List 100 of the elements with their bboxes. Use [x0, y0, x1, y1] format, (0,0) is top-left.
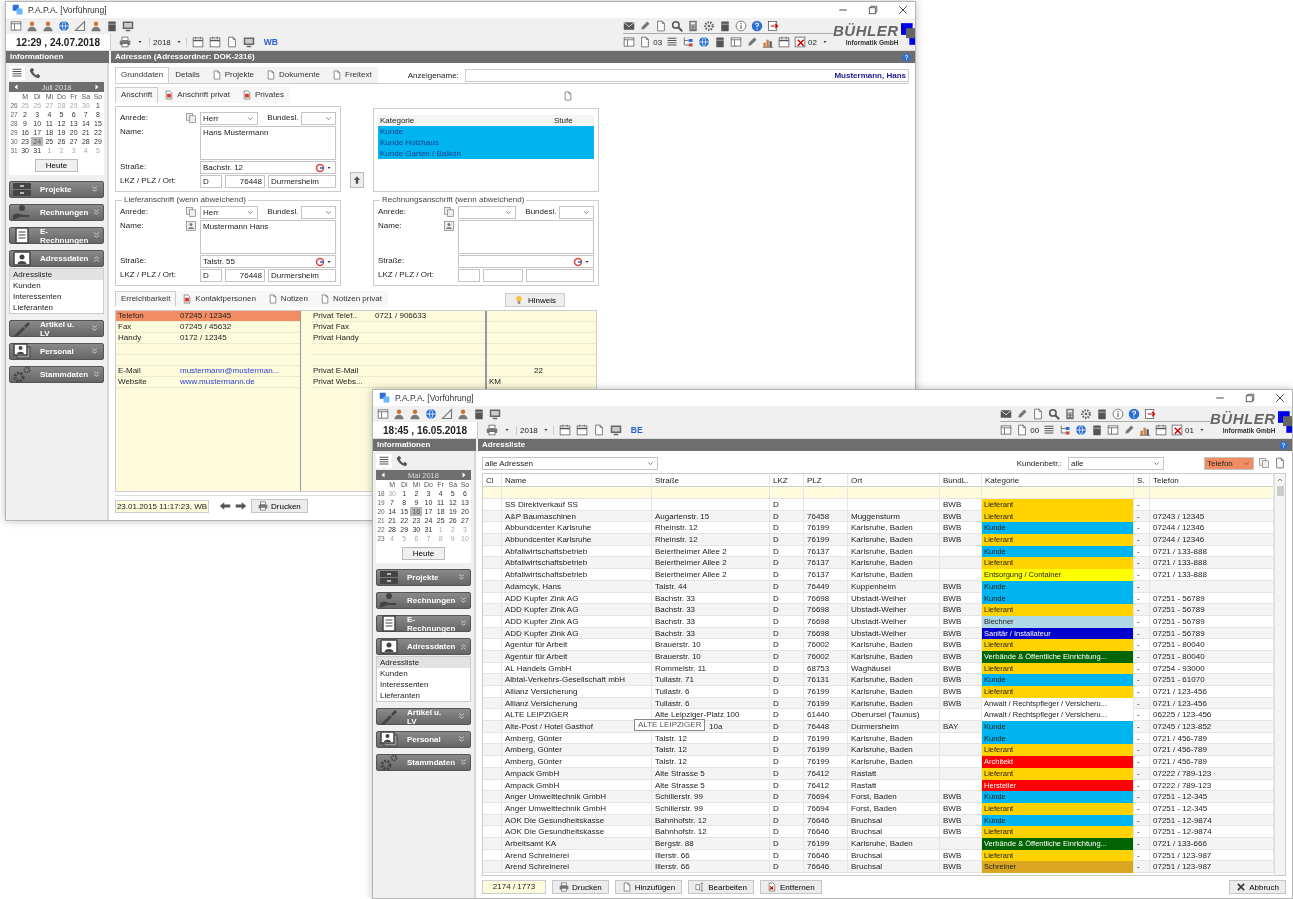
tab[interactable]: Anschrift [115, 87, 159, 103]
bin-icon[interactable] [106, 20, 118, 32]
exit-icon[interactable] [1144, 407, 1157, 420]
print-button[interactable]: Drucken [251, 499, 308, 513]
document-icon[interactable] [563, 91, 573, 101]
list-icon[interactable] [666, 36, 679, 48]
nav-group-button[interactable]: Rechnungen [376, 592, 471, 609]
calculator-icon[interactable] [1064, 407, 1077, 420]
monitor-icon[interactable] [609, 424, 622, 436]
category-row[interactable]: Kunde Garten / Balkon [378, 148, 594, 159]
calendar-icon[interactable] [575, 424, 588, 436]
nav-item[interactable]: Interessenten [10, 291, 103, 302]
today-button[interactable]: Heute [401, 547, 446, 560]
globe-icon[interactable] [58, 20, 70, 32]
nav-group-button[interactable]: Projekte [376, 569, 471, 586]
nav-group-button[interactable]: Artikel u. LV [376, 708, 471, 725]
tab[interactable]: Privates [236, 87, 290, 103]
person-icon[interactable] [42, 20, 54, 32]
document-icon[interactable] [1016, 424, 1029, 436]
help-icon[interactable] [902, 52, 911, 62]
g-icon[interactable] [315, 162, 325, 173]
pencil-icon[interactable] [1123, 424, 1136, 436]
name-field[interactable] [458, 220, 594, 254]
delete-button[interactable]: Entfernen [760, 880, 822, 894]
tree-icon[interactable] [1059, 424, 1072, 436]
calendar-icon[interactable] [208, 36, 221, 48]
help-icon[interactable] [1128, 407, 1141, 420]
tab[interactable]: Notizen [261, 291, 314, 307]
city-field[interactable] [526, 269, 594, 282]
nav-item[interactable]: Lieferanten [377, 690, 470, 701]
nav-group-button[interactable]: Projekte [9, 181, 104, 198]
cancel-button[interactable]: Abbruch [1229, 880, 1286, 894]
window-icon[interactable] [1000, 424, 1013, 436]
nav-item[interactable]: Kunden [377, 668, 470, 679]
tab[interactable]: Dokumente [260, 67, 326, 83]
printer-icon[interactable] [486, 424, 498, 436]
customer-select[interactable]: alle [1068, 456, 1164, 470]
document-icon[interactable] [639, 36, 652, 48]
nav-group-button[interactable]: Rechnungen [9, 204, 104, 221]
document-icon[interactable] [592, 424, 605, 436]
category-row[interactable]: Kunde [378, 126, 594, 137]
calendar-icon[interactable] [191, 36, 204, 48]
scroll-thumb[interactable] [1276, 486, 1284, 496]
zip-field[interactable]: 76448 [225, 269, 265, 282]
mail-icon[interactable] [623, 19, 636, 32]
salutation-select[interactable]: Herr [200, 206, 259, 219]
phone-icon[interactable] [27, 66, 43, 80]
nav-group-button[interactable]: Artikel u. LV [9, 320, 104, 337]
link[interactable]: mustermann@musterman... [178, 366, 300, 376]
globe-icon[interactable] [1075, 424, 1088, 436]
zip-field[interactable] [483, 269, 523, 282]
previous-month-icon[interactable] [12, 83, 20, 91]
zip-field[interactable]: 76448 [225, 175, 265, 188]
printer-icon[interactable] [119, 36, 131, 48]
document-icon[interactable] [225, 36, 238, 48]
document-icon[interactable] [1274, 457, 1286, 469]
nav-group-button[interactable]: Stammdaten [9, 366, 104, 383]
nav-group-button[interactable]: E-Rechnungen [9, 227, 104, 244]
street-field[interactable] [458, 255, 594, 268]
bin-icon[interactable] [473, 408, 485, 420]
list-icon[interactable] [1043, 424, 1056, 436]
nav-group-button[interactable]: E-Rechnungen [376, 615, 471, 632]
right-arrow-icon[interactable] [235, 500, 247, 512]
maximize-icon[interactable] [867, 4, 879, 16]
tab[interactable]: Notizen privat [314, 291, 388, 307]
tab[interactable]: Details [169, 67, 206, 83]
copy-icon[interactable] [185, 206, 197, 218]
nav-item[interactable]: Interessenten [377, 679, 470, 690]
copy-icon[interactable] [443, 206, 455, 218]
country-field[interactable] [458, 269, 480, 282]
gear-icon[interactable] [703, 19, 716, 32]
help-icon[interactable] [1279, 440, 1288, 450]
window-icon[interactable] [377, 408, 389, 420]
scroll-up-icon[interactable] [1276, 476, 1284, 484]
category-row[interactable]: Kunde Holzhaus [378, 137, 594, 148]
year-select[interactable]: 2018 [516, 425, 554, 435]
bin-icon[interactable] [719, 19, 732, 32]
delete-icon[interactable] [794, 36, 807, 48]
g-icon[interactable] [315, 256, 325, 267]
selected-row[interactable]: Telefon 07245 / 12345 [116, 311, 300, 322]
gear-icon[interactable] [1080, 407, 1093, 420]
salutation-select[interactable]: Herr [200, 112, 259, 125]
edit-button[interactable]: Bearbeiten [688, 880, 754, 894]
maximize-icon[interactable] [1244, 392, 1256, 404]
next-month-icon[interactable] [93, 83, 101, 91]
globe-icon[interactable] [698, 36, 711, 48]
nav-group-button[interactable]: Personal [9, 343, 104, 360]
person-icon[interactable] [90, 20, 102, 32]
person-icon[interactable] [393, 408, 405, 420]
list-icon[interactable] [9, 66, 25, 80]
contact-card-icon[interactable] [443, 220, 455, 232]
tab[interactable]: Grunddaten [115, 67, 170, 83]
city-field[interactable]: Durmersheim [268, 175, 336, 188]
link[interactable]: www.mustermann.de [178, 377, 300, 387]
hint-button[interactable]: Hinweis [505, 293, 565, 307]
monitor-icon[interactable] [122, 20, 134, 32]
monitor-icon[interactable] [242, 36, 255, 48]
close-icon[interactable] [1274, 392, 1286, 404]
city-field[interactable]: Durmersheim [268, 269, 336, 282]
window-icon[interactable] [1107, 424, 1120, 436]
